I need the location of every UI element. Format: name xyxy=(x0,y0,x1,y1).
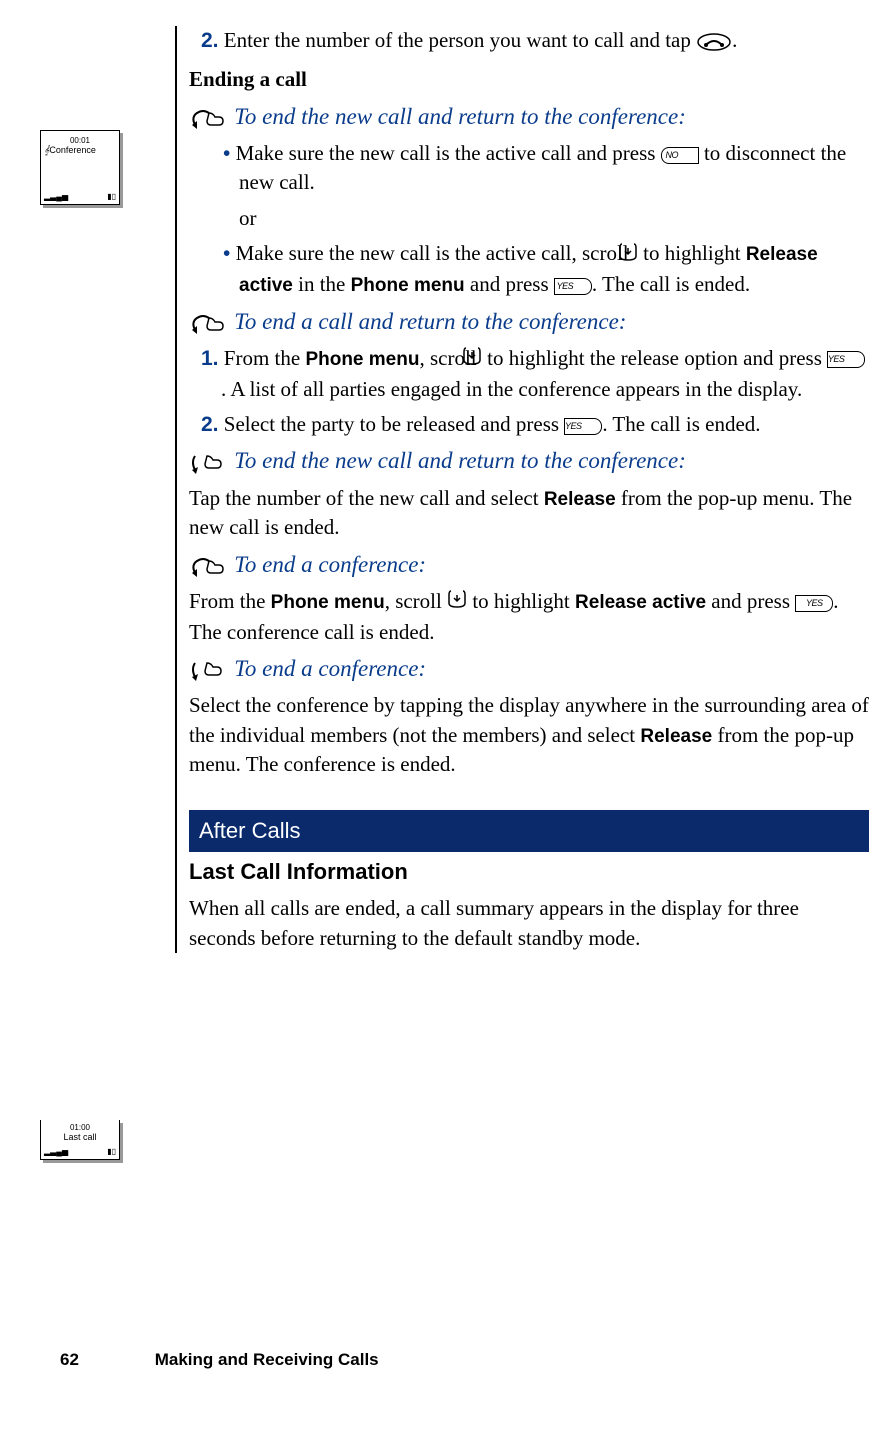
sidebar-phone-screen-2: 01:00 Last call ▂▃▄▅ ▮▯ xyxy=(40,1120,120,1160)
yes-button-icon: YES xyxy=(554,278,592,295)
end-conf-text-1: From the Phone menu, scroll to highlight… xyxy=(189,587,869,647)
end-new-call-heading-tap: To end the new call and return to the co… xyxy=(189,445,869,477)
yes-button-icon: YES xyxy=(564,418,602,435)
handset-oval-icon xyxy=(696,28,732,52)
end-conf-text-2: Select the conference by tapping the dis… xyxy=(189,691,869,779)
end-conf-heading-1: To end a conference: xyxy=(189,549,869,581)
yes-button-icon: YES xyxy=(827,351,865,368)
last-call-info-heading: Last Call Information xyxy=(189,857,869,888)
sidebar-phone-screen-1: 00:01 𝄞Conference ▂▃▄▅ ▮▯ xyxy=(40,130,160,225)
tap-release-text: Tap the number of the new call and selec… xyxy=(189,484,869,543)
end-conf-heading-2: To end a conference: xyxy=(189,653,869,685)
step-2b: 2. Select the party to be released and p… xyxy=(221,410,869,439)
hand-back-icon xyxy=(189,312,225,336)
step-number: 2. xyxy=(201,29,219,52)
no-button-icon: NO xyxy=(661,147,699,164)
hand-back-icon xyxy=(189,107,225,131)
hand-back-icon xyxy=(189,555,225,579)
chapter-title: Making and Receiving Calls xyxy=(155,1350,379,1369)
yes-button-icon: YES xyxy=(795,595,833,612)
step-2: 2. Enter the number of the person you wa… xyxy=(221,26,869,55)
phone1-label: Conference xyxy=(49,145,96,155)
bullet-1: • Make sure the new call is the active c… xyxy=(239,139,869,198)
after-calls-section-bar: After Calls xyxy=(189,810,869,853)
battery-icon: ▮▯ xyxy=(107,192,116,201)
battery-icon: ▮▯ xyxy=(107,1147,116,1156)
step-1: 1. From the Phone menu, scroll to highli… xyxy=(221,344,869,404)
signal-icon: ▂▃▄▅ xyxy=(44,1147,68,1156)
end-call-conf-heading: To end a call and return to the conferen… xyxy=(189,306,869,338)
phone2-label: Last call xyxy=(41,1132,119,1142)
down-jog-icon xyxy=(634,241,638,270)
end-new-call-heading: To end the new call and return to the co… xyxy=(189,101,869,133)
phone2-time: 01:00 xyxy=(41,1123,119,1132)
hand-down-icon xyxy=(189,452,225,476)
hand-down-icon xyxy=(189,659,225,683)
last-call-info-text: When all calls are ended, a call summary… xyxy=(189,894,869,953)
ending-a-call-heading: Ending a call xyxy=(189,65,869,94)
main-content: 2. Enter the number of the person you wa… xyxy=(175,26,869,953)
page-footer: 62 Making and Receiving Calls xyxy=(60,1350,379,1370)
signal-icon: ▂▃▄▅ xyxy=(44,192,68,201)
bullet-2: • Make sure the new call is the active c… xyxy=(239,239,869,299)
page-number: 62 xyxy=(60,1350,150,1370)
phone1-time: 00:01 xyxy=(41,136,119,145)
or-text: or xyxy=(239,204,869,233)
down-jog-icon xyxy=(447,588,467,617)
